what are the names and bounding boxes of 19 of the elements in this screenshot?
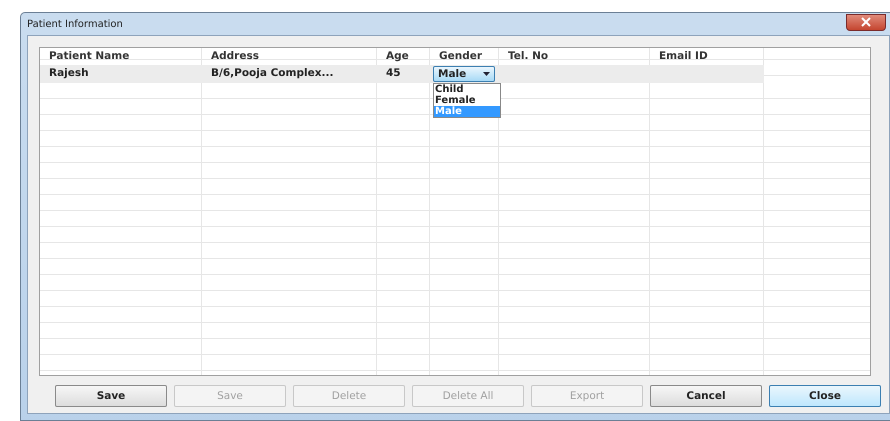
dropdown-option[interactable]: Child bbox=[434, 84, 500, 95]
dialog-button[interactable]: Cancel bbox=[650, 385, 762, 407]
column-header: Address bbox=[210, 49, 260, 64]
column-header: Age bbox=[385, 49, 410, 64]
table-cell-text: 45 bbox=[385, 66, 402, 81]
window-title: Patient Information bbox=[27, 18, 123, 30]
column-header: Patient Name bbox=[48, 49, 130, 64]
gender-dropdown[interactable]: Male bbox=[433, 66, 495, 82]
table-cell-text: Rajesh bbox=[48, 66, 90, 81]
dropdown-option[interactable]: Female bbox=[434, 95, 500, 106]
column-header: Tel. No bbox=[507, 49, 550, 64]
dialog-button[interactable]: Save bbox=[55, 385, 167, 407]
dialog-button[interactable]: Close bbox=[769, 385, 881, 407]
table-cell-text: B/6,Pooja Complex... bbox=[210, 66, 334, 81]
column-header: Email ID bbox=[658, 49, 709, 64]
column-header: Gender bbox=[438, 49, 484, 64]
close-icon bbox=[860, 17, 872, 27]
caret-icon bbox=[483, 72, 490, 76]
close-button[interactable] bbox=[846, 14, 886, 30]
